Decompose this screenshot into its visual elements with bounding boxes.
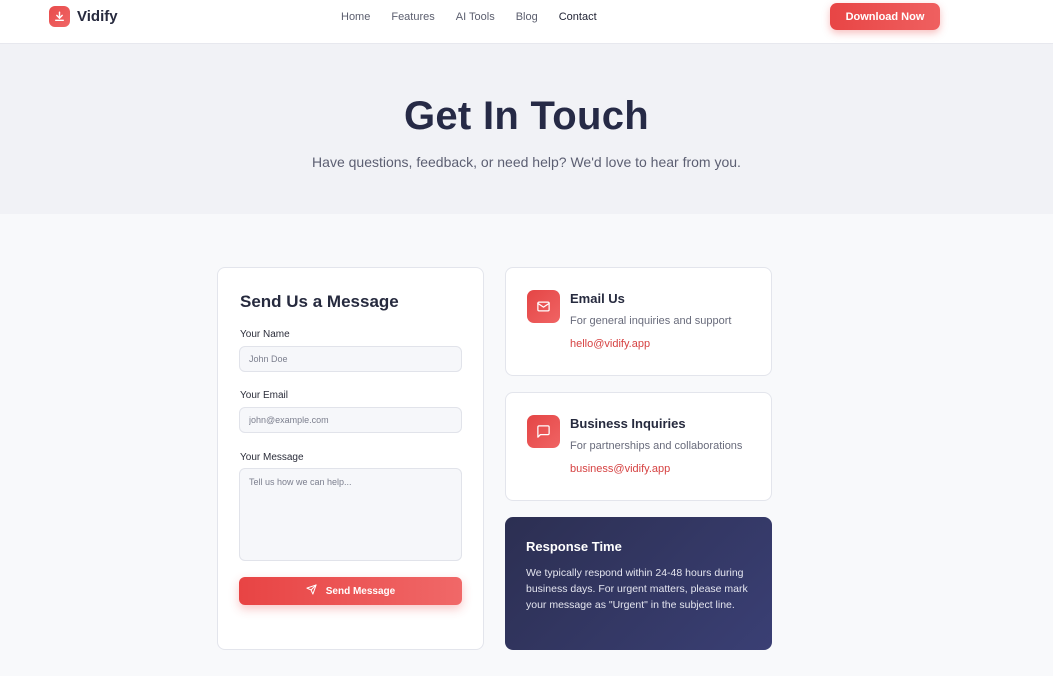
response-time-title: Response Time [526,539,622,554]
name-input[interactable] [239,346,462,372]
nav-link-features[interactable]: Features [391,10,434,24]
message-label: Your Message [240,452,304,463]
page-subtitle: Have questions, feedback, or need help? … [312,154,741,170]
main-nav: Home Features AI Tools Blog Contact [341,10,618,24]
email-input[interactable] [239,407,462,433]
email-us-title: Email Us [570,291,625,306]
name-label: Your Name [240,329,290,340]
business-inquiries-title: Business Inquiries [570,416,686,431]
contact-form-card: Send Us a Message Your Name Your Email Y… [217,267,484,650]
support-email-link[interactable]: hello@vidify.app [570,338,650,350]
business-inquiries-description: For partnerships and collaborations [570,440,743,452]
nav-link-home[interactable]: Home [341,10,370,24]
message-square-icon [527,415,560,448]
email-us-card: Email Us For general inquiries and suppo… [505,267,772,376]
nav-link-contact[interactable]: Contact [559,10,597,24]
message-textarea[interactable] [239,468,462,561]
nav-link-ai-tools[interactable]: AI Tools [456,10,495,24]
send-message-label: Send Message [325,585,396,597]
nav-link-blog[interactable]: Blog [516,10,538,24]
send-message-button[interactable]: Send Message [239,577,462,605]
response-time-card: Response Time We typically respond withi… [505,517,772,650]
business-email-link[interactable]: business@vidify.app [570,463,670,475]
download-icon [49,6,70,27]
mail-icon [527,290,560,323]
brand-name: Vidify [77,8,118,25]
business-inquiries-card: Business Inquiries For partnerships and … [505,392,772,501]
page-title: Get In Touch [403,94,650,138]
response-time-text: We typically respond within 24-48 hours … [526,567,748,611]
email-label: Your Email [240,390,288,401]
email-us-description: For general inquiries and support [570,315,732,327]
send-icon [306,584,317,598]
brand[interactable]: Vidify [49,6,118,27]
hero-section: Get In Touch Have questions, feedback, o… [0,44,1053,214]
form-title: Send Us a Message [240,292,399,311]
download-now-button[interactable]: Download Now [830,3,940,30]
navbar: Vidify Home Features AI Tools Blog Conta… [0,0,1053,44]
